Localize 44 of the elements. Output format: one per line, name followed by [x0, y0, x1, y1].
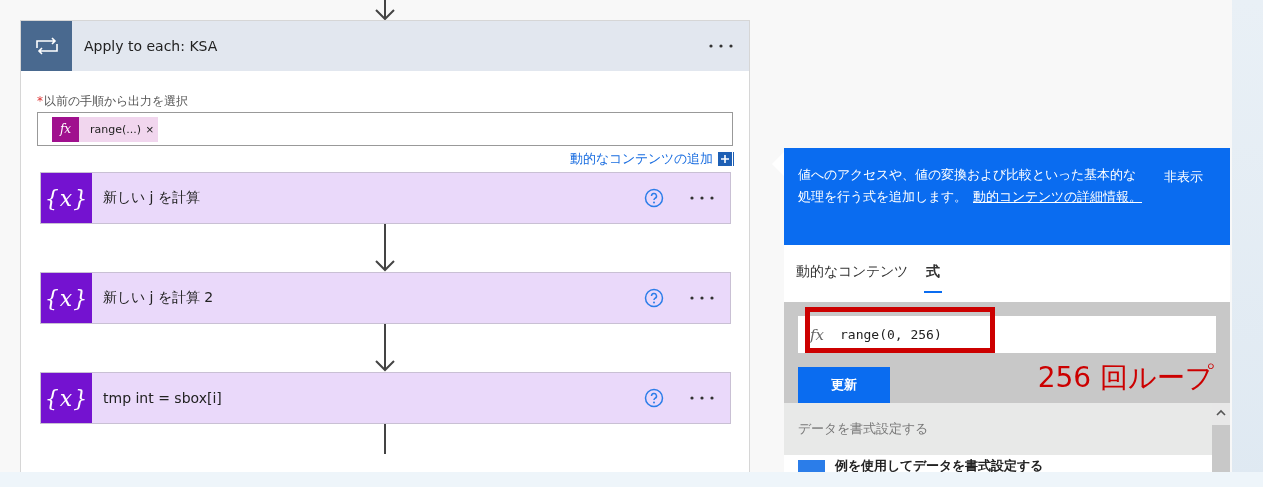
scroll-up-icon[interactable]	[1216, 409, 1226, 417]
update-button[interactable]: 更新	[798, 367, 890, 403]
function-icon: fx	[52, 116, 79, 142]
more-icon[interactable]	[709, 44, 733, 48]
action-card[interactable]: {x} 新しい j を計算 2	[40, 272, 731, 324]
add-dynamic-content-link[interactable]: 動的なコンテンツの追加	[570, 150, 713, 168]
token-label: range(...)	[79, 116, 142, 142]
plus-icon[interactable]	[718, 152, 734, 166]
action-title: tmp int = sbox[i]	[103, 390, 223, 406]
arrow-icon	[373, 0, 397, 20]
expression-text: range(0, 256)	[840, 327, 942, 342]
item-icon	[798, 460, 825, 472]
more-icon[interactable]	[690, 396, 714, 400]
section-header: データを書式設定する	[784, 403, 1212, 455]
tab[interactable]: 式	[924, 254, 942, 293]
scrollbar[interactable]	[1212, 403, 1230, 472]
input-field[interactable]: fx range(...) ×	[37, 112, 733, 146]
annotation-text: 256 回ループ	[1037, 360, 1214, 396]
variable-icon: {x}	[41, 173, 92, 223]
list-item[interactable]: 例を使用してデータを書式設定する	[784, 455, 1212, 472]
remove-button[interactable]: ×	[141, 116, 158, 142]
required-mark: *	[37, 94, 43, 108]
hide-button[interactable]: 非表示	[1164, 168, 1203, 186]
help-icon[interactable]	[644, 288, 664, 308]
loop-title: Apply to each: KSA	[84, 38, 219, 54]
arrow-icon	[373, 224, 397, 272]
variable-icon: {x}	[41, 273, 92, 323]
variable-icon: {x}	[41, 373, 92, 423]
help-icon[interactable]	[644, 188, 664, 208]
action-title: 新しい j を計算 2	[103, 289, 215, 307]
learn-more-link[interactable]: 動的コンテンツの詳細情報。	[973, 189, 1142, 204]
help-icon[interactable]	[644, 388, 664, 408]
field-label: 以前の手順から出力を選択	[44, 94, 188, 108]
callout-pointer	[772, 152, 784, 176]
action-card[interactable]: {x} 新しい j を計算	[40, 172, 731, 224]
function-icon: fx	[810, 325, 824, 344]
expression-field[interactable]: fx range(0, 256)	[798, 316, 1216, 353]
action-card[interactable]: {x} tmp int = sbox[i]	[40, 372, 731, 424]
more-icon[interactable]	[690, 296, 714, 300]
action-title: 新しい j を計算	[103, 189, 201, 207]
arrow-icon	[373, 324, 397, 372]
more-icon[interactable]	[690, 196, 714, 200]
info-text: 値へのアクセスや、値の変換および比較といった基本的な処理を行う式を追加します。 動的コンテンツの詳細情報。	[798, 166, 1143, 206]
tab[interactable]: 動的なコンテンツ	[794, 254, 910, 293]
